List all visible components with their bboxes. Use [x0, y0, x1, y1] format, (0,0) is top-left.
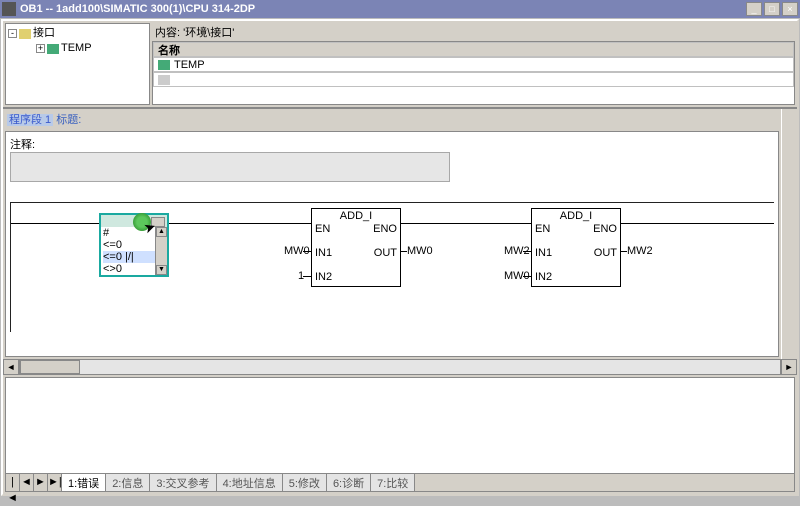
tree-root[interactable]: - 接口: [8, 26, 147, 41]
block-title: ADD_I: [532, 209, 620, 223]
tab-info[interactable]: 2:信息: [106, 474, 150, 491]
interface-tree[interactable]: - 接口 + TEMP: [5, 23, 150, 105]
function-block-add-1[interactable]: ADD_I ENENO IN1OUT IN2: [311, 208, 401, 287]
tree-child-temp[interactable]: + TEMP: [8, 41, 147, 56]
content-table-pane: 内容: '环境\接口' 名称 TEMP: [152, 23, 795, 105]
expand-icon[interactable]: +: [36, 44, 45, 53]
tab-errors[interactable]: 1:错误: [62, 474, 106, 491]
editor-horizontal-scrollbar[interactable]: ◄ ►: [3, 359, 797, 375]
editor-vertical-scrollbar[interactable]: [781, 109, 797, 359]
tab-diag[interactable]: 6:诊断: [327, 474, 371, 491]
work-area: - 接口 + TEMP 内容: '环境\接口' 名称 TEMP 程序段: [1, 19, 799, 496]
editor-wrap: 程序段 1 标题: 注释: #: [3, 109, 797, 375]
table-row[interactable]: [153, 72, 794, 87]
wire: [523, 276, 531, 277]
wire: [303, 276, 311, 277]
pin-label[interactable]: MW0: [407, 245, 433, 257]
scroll-track[interactable]: [19, 359, 781, 375]
tab-modify[interactable]: 5:修改: [283, 474, 327, 491]
content-table[interactable]: 名称 TEMP: [152, 41, 795, 105]
wire: [621, 223, 731, 224]
network-title[interactable]: 程序段 1 标题:: [3, 109, 781, 129]
var-icon: [47, 44, 59, 54]
table-row[interactable]: TEMP: [153, 57, 794, 72]
var-icon: [158, 60, 170, 70]
folder-icon: [19, 29, 31, 39]
comment-label: 注释:: [10, 136, 35, 152]
wire: [523, 251, 531, 252]
tree-root-label: 接口: [33, 26, 55, 41]
content-path-label: 内容: '环境\接口': [152, 23, 795, 41]
tab-nav-first[interactable]: |◄: [6, 474, 20, 491]
close-button[interactable]: ×: [782, 2, 798, 16]
pin-label[interactable]: MW2: [627, 245, 653, 257]
wire: [621, 251, 627, 252]
scroll-left-icon[interactable]: ◄: [3, 359, 19, 375]
scroll-right-icon[interactable]: ►: [781, 359, 797, 375]
window-button-group: _ □ ×: [746, 2, 798, 16]
output-content[interactable]: [6, 378, 794, 473]
tab-crossref[interactable]: 3:交叉参考: [150, 474, 216, 491]
output-pane: |◄ ◄ ► ►| 1:错误 2:信息 3:交叉参考 4:地址信息 5:修改 6…: [5, 377, 795, 492]
scroll-down-icon[interactable]: ▼: [156, 265, 167, 275]
ladder-editor[interactable]: 注释: # <=0 <=0 |/| <>0: [5, 131, 779, 357]
title-bar: OB1 -- 1add100\SIMATIC 300(1)\CPU 314-2D…: [0, 0, 800, 18]
app-icon: [2, 2, 16, 16]
tab-nav-last[interactable]: ►|: [48, 474, 62, 491]
tree-child-label: TEMP: [61, 41, 92, 56]
wire: [303, 251, 311, 252]
empty-icon: [158, 75, 170, 85]
wire: [401, 223, 531, 224]
minimize-button[interactable]: _: [746, 2, 762, 16]
block-title: ADD_I: [312, 209, 400, 223]
maximize-button[interactable]: □: [764, 2, 780, 16]
output-tabs: |◄ ◄ ► ►| 1:错误 2:信息 3:交叉参考 4:地址信息 5:修改 6…: [6, 473, 794, 491]
collapse-icon[interactable]: -: [8, 29, 17, 38]
picker-scrollbar[interactable]: ▲ ▼: [155, 227, 167, 275]
function-block-add-2[interactable]: ADD_I ENENO IN1OUT IN2: [531, 208, 621, 287]
table-header-name[interactable]: 名称: [153, 42, 794, 57]
comment-box[interactable]: [10, 152, 450, 182]
top-split: - 接口 + TEMP 内容: '环境\接口' 名称 TEMP: [3, 21, 797, 109]
ladder-network[interactable]: # <=0 <=0 |/| <>0 ▲ ▼: [10, 202, 774, 332]
tab-nav-next[interactable]: ►: [34, 474, 48, 491]
tab-compare[interactable]: 7:比较: [371, 474, 415, 491]
tab-address[interactable]: 4:地址信息: [217, 474, 283, 491]
table-cell: TEMP: [174, 59, 205, 71]
tab-nav-prev[interactable]: ◄: [20, 474, 34, 491]
wire: [401, 251, 407, 252]
window-title: OB1 -- 1add100\SIMATIC 300(1)\CPU 314-2D…: [20, 3, 746, 15]
scroll-thumb[interactable]: [20, 360, 80, 374]
